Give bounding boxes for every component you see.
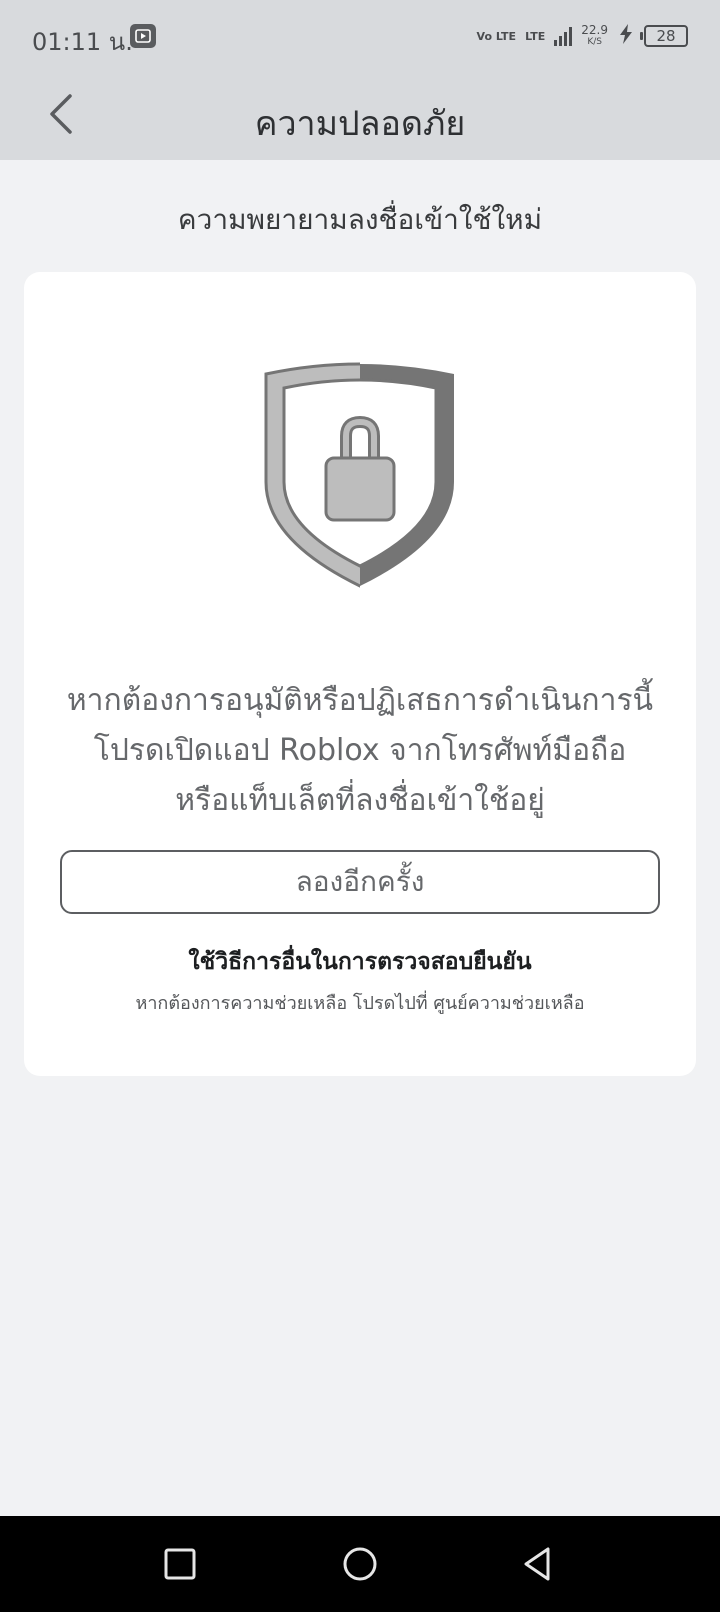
signal-icon	[554, 26, 573, 46]
lte-indicator: LTE	[525, 29, 546, 43]
system-nav-bar	[0, 1516, 720, 1612]
network-speed-value: 22.9	[581, 23, 608, 37]
help-text: หากต้องการความช่วยเหลือ โปรดไปที่ ศูนย์ค…	[24, 988, 696, 1017]
section-subtitle: ความพยายามลงชื่อเข้าใช้ใหม่	[177, 203, 543, 236]
instruction-message: หากต้องการอนุมัติหรือปฏิเสธการดำเนินการน…	[44, 676, 676, 826]
page-title: ความปลอดภัย	[254, 104, 466, 144]
screen: 01:11 น. Vo LTE LTE 22.9 K/S 28 ความปลอด…	[0, 0, 720, 1612]
triangle-back-icon[interactable]	[518, 1544, 558, 1584]
verification-card: หากต้องการอนุมัติหรือปฏิเสธการดำเนินการน…	[24, 272, 696, 1076]
app-bar: ความปลอดภัย	[0, 72, 720, 160]
square-icon[interactable]	[160, 1544, 200, 1584]
network-speed: 22.9 K/S	[581, 24, 608, 48]
charging-icon	[617, 23, 635, 49]
battery-level: 28	[656, 27, 676, 45]
instruction-line: หากต้องการอนุมัติหรือปฏิเสธการดำเนินการน…	[66, 683, 654, 718]
volte-indicator: Vo LTE	[476, 29, 517, 43]
retry-button[interactable]: ลองอีกครั้ง	[60, 850, 660, 914]
shield-lock-icon	[260, 360, 460, 592]
instruction-line: หรือแท็บเล็ตที่ลงชื่อเข้าใช้อยู่	[175, 783, 545, 818]
circle-icon[interactable]	[340, 1544, 380, 1584]
status-bar: 01:11 น. Vo LTE LTE 22.9 K/S 28	[0, 0, 720, 72]
help-prefix: หากต้องการความช่วยเหลือ โปรดไปที่	[135, 993, 428, 1014]
battery-icon: 28	[640, 25, 688, 47]
instruction-line: โปรดเปิดแอป Roblox จากโทรศัพท์มือถือ	[93, 733, 627, 768]
status-indicators: Vo LTE LTE 22.9 K/S 28	[477, 22, 688, 50]
network-speed-unit: K/S	[587, 37, 602, 47]
notification-app-icon	[130, 24, 156, 48]
alternative-verification-link[interactable]: ใช้วิธีการอื่นในการตรวจสอบยืนยัน	[24, 944, 696, 980]
status-time: 01:11 น.	[32, 28, 133, 56]
help-center-link[interactable]: ศูนย์ความช่วยเหลือ	[433, 993, 584, 1014]
